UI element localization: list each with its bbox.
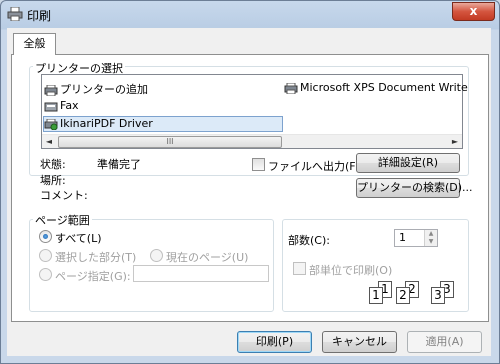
title-bar[interactable]: 印刷 x — [1, 1, 499, 29]
page-range-all-label[interactable]: すべて(L) — [55, 230, 102, 246]
comment-label: コメント: — [40, 189, 88, 202]
scrollbar-thumb[interactable]: III — [58, 136, 282, 148]
print-to-file-label[interactable]: ファイルへ出力(F) — [268, 158, 360, 174]
preferences-button[interactable]: 詳細設定(R) — [356, 153, 460, 173]
page-range-pages-input[interactable] — [133, 265, 269, 282]
printer-default-icon — [44, 118, 58, 130]
collate-label[interactable]: 部単位で印刷(O) — [309, 262, 392, 278]
scroll-grip-icon: III — [166, 137, 174, 146]
page-range-group-label: ページ範囲 — [33, 212, 92, 228]
copies-count-stepper[interactable]: 1 ▲ ▼ — [394, 229, 438, 247]
print-to-file-checkbox[interactable] — [252, 158, 265, 171]
close-button[interactable]: x — [452, 2, 495, 21]
tab-label: 全般 — [23, 37, 46, 50]
spin-up-icon[interactable]: ▲ — [425, 230, 437, 238]
window-title: 印刷 — [27, 9, 52, 23]
page-range-pages-label[interactable]: ページ指定(G): — [55, 268, 131, 284]
printer-list-item-ikinaripdf[interactable]: IkinariPDF Driver — [44, 117, 153, 130]
page-range-all-radio[interactable] — [39, 230, 52, 243]
copies-spin-buttons[interactable]: ▲ ▼ — [424, 230, 437, 246]
status-label: 状態: — [40, 158, 66, 171]
printer-list-item-add[interactable]: プリンターの追加 — [44, 81, 148, 97]
collate-page-front-3: 3 — [431, 287, 445, 304]
apply-button[interactable]: 適用(A) — [407, 331, 482, 353]
page-range-pages-radio[interactable] — [39, 268, 52, 281]
printer-add-icon — [44, 84, 58, 96]
status-value: 準備完了 — [97, 158, 141, 171]
scroll-left-icon[interactable]: ◄ — [42, 135, 56, 149]
fax-icon — [44, 101, 58, 112]
copies-count-value: 1 — [399, 231, 406, 244]
page-range-current-label[interactable]: 現在のページ(U) — [166, 249, 248, 265]
location-label: 場所: — [40, 174, 66, 187]
printer-list-item-fax[interactable]: Fax — [44, 99, 79, 112]
scroll-right-icon[interactable]: ► — [448, 135, 462, 149]
printer-icon — [7, 6, 23, 22]
close-icon: x — [469, 4, 478, 18]
tab-general[interactable]: 全般 — [13, 33, 56, 55]
print-button[interactable]: 印刷(P) — [237, 331, 312, 353]
page-range-selection-radio[interactable] — [39, 249, 52, 262]
spin-down-icon[interactable]: ▼ — [425, 238, 437, 246]
find-printer-button[interactable]: プリンターの検索(D)... — [356, 178, 473, 198]
collate-page-front-2: 2 — [396, 287, 410, 304]
page-range-selection-label[interactable]: 選択した部分(T) — [55, 249, 136, 265]
printer-list-hscrollbar[interactable]: ◄ III ► — [42, 134, 462, 148]
page-range-current-radio[interactable] — [150, 249, 163, 262]
collate-page-front-1: 1 — [369, 287, 383, 304]
printer-list-item-xps[interactable]: Microsoft XPS Document Write — [284, 81, 468, 94]
copies-count-label: 部数(C): — [288, 234, 330, 247]
collate-checkbox[interactable] — [293, 262, 306, 275]
printer-icon — [284, 82, 298, 94]
cancel-button[interactable]: キャンセル — [322, 331, 397, 353]
